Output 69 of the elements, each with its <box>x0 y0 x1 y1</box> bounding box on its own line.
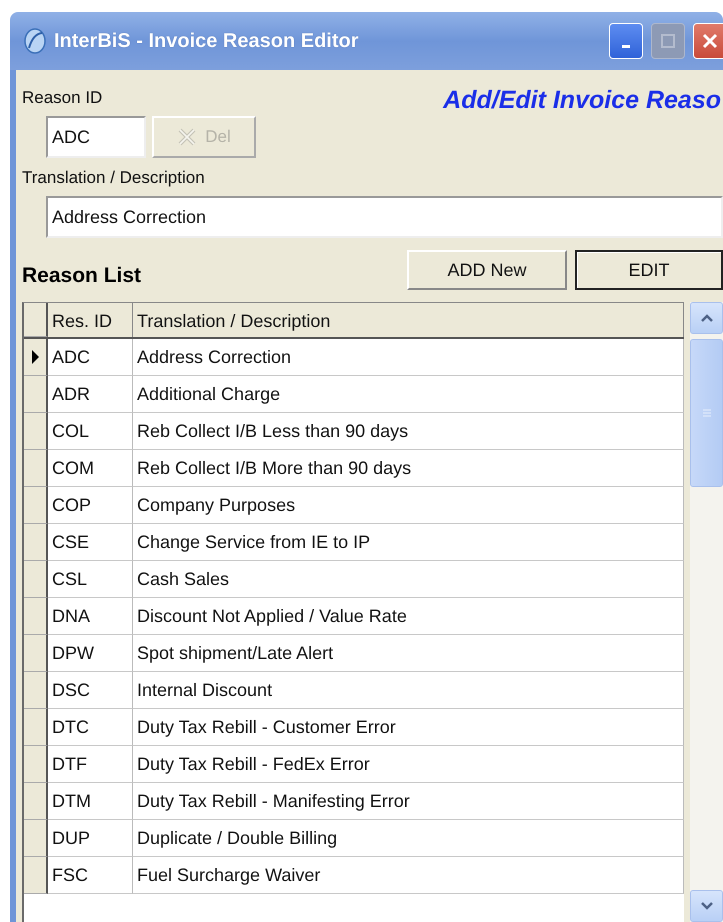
close-button[interactable] <box>693 23 723 59</box>
row-header[interactable] <box>24 487 48 524</box>
scrollbar[interactable] <box>690 302 723 922</box>
row-header[interactable] <box>24 783 48 820</box>
table-cell: Discount Not Applied / Value Rate <box>133 598 684 635</box>
table-cell: Company Purposes <box>133 487 684 524</box>
row-header[interactable] <box>24 857 48 894</box>
table-cell: DTM <box>48 783 133 820</box>
maximize-icon <box>660 33 676 49</box>
row-pointer-icon <box>30 349 40 365</box>
scroll-thumb[interactable] <box>690 339 723 487</box>
table-cell: Additional Charge <box>133 376 684 413</box>
description-field[interactable]: Address Correction <box>46 196 723 238</box>
table-cell: Duplicate / Double Billing <box>133 820 684 857</box>
row-header[interactable] <box>24 413 48 450</box>
row-header[interactable] <box>24 820 48 857</box>
section-title: Reason List <box>22 264 142 288</box>
table-cell: DUP <box>48 820 133 857</box>
table-cell: Change Service from IE to IP <box>133 524 684 561</box>
scroll-up-button[interactable] <box>690 302 723 334</box>
table-cell: COP <box>48 487 133 524</box>
row-header[interactable] <box>24 598 48 635</box>
globe-icon <box>24 28 46 54</box>
table-cell: DNA <box>48 598 133 635</box>
row-header[interactable] <box>24 746 48 783</box>
window-title: InterBiS - Invoice Reason Editor <box>54 30 360 52</box>
action-button[interactable]: EDIT <box>575 250 723 290</box>
grip-icon <box>702 409 710 417</box>
row-header[interactable] <box>24 524 48 561</box>
table-cell: Cash Sales <box>133 561 684 598</box>
row-header[interactable] <box>24 561 48 598</box>
field-label: Translation / Description <box>22 168 206 188</box>
table-cell: DSC <box>48 672 133 709</box>
table-cell: Fuel Surcharge Waiver <box>133 857 684 894</box>
table-cell: Internal Discount <box>133 672 684 709</box>
table-cell: CSL <box>48 561 133 598</box>
row-header[interactable] <box>24 709 48 746</box>
table-cell: ADR <box>48 376 133 413</box>
table-cell: Spot shipment/Late Alert <box>133 635 684 672</box>
table-cell: DPW <box>48 635 133 672</box>
table-cell: Duty Tax Rebill - Customer Error <box>133 709 684 746</box>
chevron-up-icon <box>700 314 712 322</box>
minimize-icon <box>622 44 630 48</box>
table-cell: Address Correction <box>133 339 684 376</box>
table-cell: Duty Tax Rebill - FedEx Error <box>133 746 684 783</box>
table-cell: Duty Tax Rebill - Manifesting Error <box>133 783 684 820</box>
table-cell: DTC <box>48 709 133 746</box>
row-header[interactable] <box>24 339 48 376</box>
cross-icon <box>177 127 198 147</box>
table-cell: COL <box>48 413 133 450</box>
action-button[interactable]: ADD New <box>407 250 567 290</box>
reason-id-field[interactable]: ADC <box>46 116 146 158</box>
row-header[interactable] <box>24 376 48 413</box>
chevron-down-icon <box>700 902 712 910</box>
minimize-button[interactable] <box>609 23 643 59</box>
table-cell: COM <box>48 450 133 487</box>
close-icon <box>701 32 719 50</box>
table-cell: DTF <box>48 746 133 783</box>
form-heading: Add/Edit Invoice Reaso <box>443 86 721 115</box>
table-cell: Reb Collect I/B Less than 90 days <box>133 413 684 450</box>
scroll-down-button[interactable] <box>690 890 723 922</box>
row-header[interactable] <box>24 635 48 672</box>
table-cell: FSC <box>48 857 133 894</box>
table-cell: Reb Collect I/B More than 90 days <box>133 450 684 487</box>
row-header[interactable] <box>24 450 48 487</box>
field-label: Reason ID <box>22 88 102 108</box>
row-header[interactable] <box>24 672 48 709</box>
table-cell: ADC <box>48 339 133 376</box>
table-cell: CSE <box>48 524 133 561</box>
